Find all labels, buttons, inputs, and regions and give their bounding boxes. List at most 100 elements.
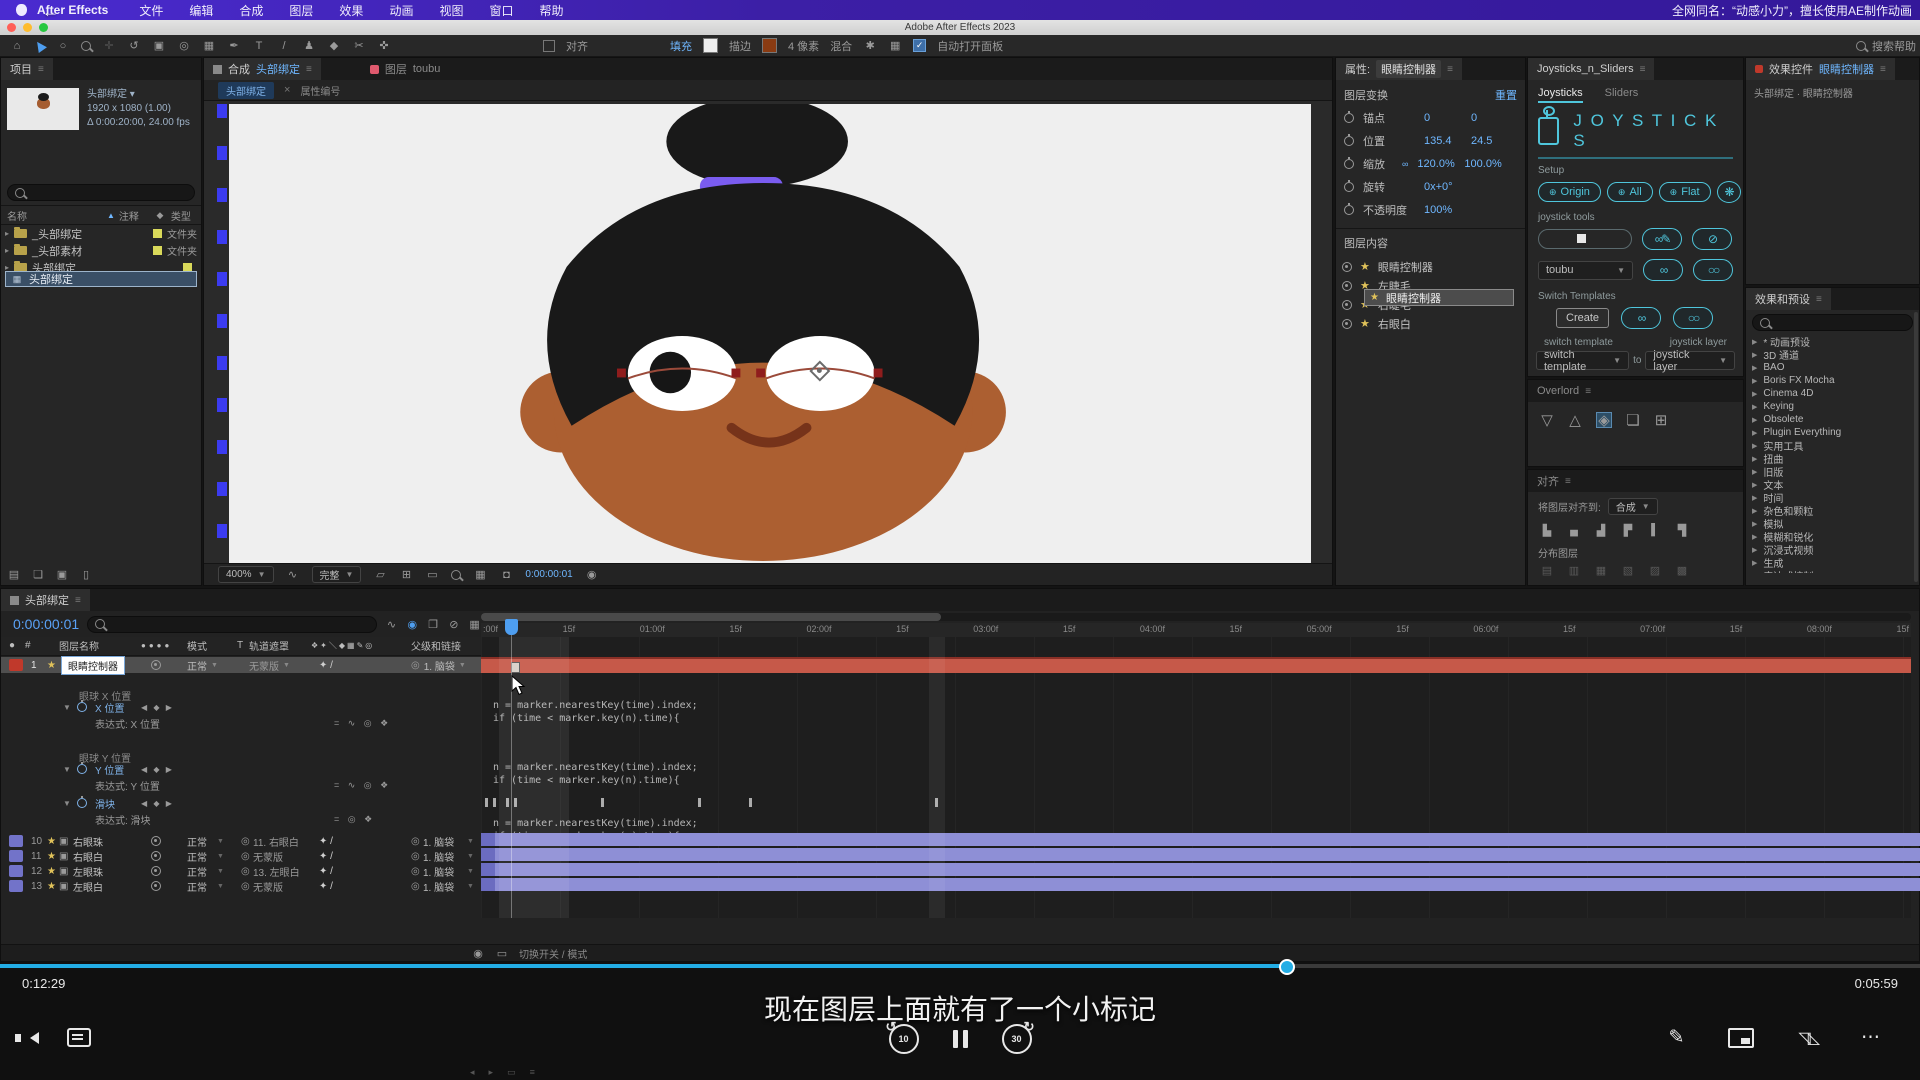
8bpc-icon[interactable]: ▤ <box>7 567 21 581</box>
sync-selected-icon[interactable]: ◈ <box>1596 412 1612 428</box>
blend-mode-dropdown[interactable]: 正常 <box>187 863 207 879</box>
content-row[interactable]: ★ 右眼白 <box>1342 314 1519 333</box>
selection-tool-icon[interactable] <box>33 39 47 53</box>
parent-dropdown[interactable]: 1. 脑袋 <box>423 833 454 849</box>
keyframe-navigator[interactable]: ◀ ◆ ▶ <box>141 761 174 777</box>
layer-row[interactable]: 13 ★ ▣ 左眼白 正常 ▼ ◎ 无蒙版 ✦ / ◎ 1. 脑袋 ▼ <box>1 878 481 893</box>
skip-back-10-button[interactable]: ↺10 <box>889 1024 919 1054</box>
toggle-switches-icon[interactable]: ◉ <box>471 946 485 960</box>
layer-name[interactable]: 右眼珠 <box>73 833 103 849</box>
toggle-modes-icon[interactable]: ▭ <box>495 946 509 960</box>
menu-file[interactable]: 文件 <box>126 2 176 19</box>
region-of-interest-icon[interactable]: ▭ <box>425 568 439 582</box>
shape-tool-icon[interactable]: ▦ <box>202 39 216 53</box>
layer-duration-bar[interactable] <box>481 848 1920 861</box>
distribute-3-icon[interactable]: ▦ <box>1594 563 1608 577</box>
layer-dropdown[interactable]: toubu▼ <box>1538 261 1633 280</box>
distribute-4-icon[interactable]: ▧ <box>1621 563 1635 577</box>
pen-tool-icon[interactable]: ✒ <box>227 39 241 53</box>
brush-tool-icon[interactable]: / <box>277 39 291 53</box>
magnify-icon[interactable] <box>451 570 461 580</box>
search-help-label[interactable]: 搜索帮助 <box>1872 38 1916 54</box>
disclosure-icon[interactable]: ▶ <box>1752 403 1757 411</box>
unlink-layers-button[interactable]: ○○ <box>1693 259 1733 281</box>
tab-properties[interactable]: 属性: 眼睛控制器 ≡ <box>1336 58 1462 80</box>
pan-behind-tool-icon[interactable]: ◎ <box>177 39 191 53</box>
ruler-icon[interactable]: ∿ <box>286 568 300 582</box>
anchor-x-value[interactable]: 0 <box>1424 112 1462 124</box>
disclosure-icon[interactable]: ▶ <box>1752 455 1757 463</box>
anchor-y-value[interactable]: 0 <box>1471 112 1477 124</box>
viewer-subtab-2[interactable]: 属性编号 <box>300 83 340 98</box>
stopwatch-icon[interactable] <box>1344 136 1354 146</box>
copy-doc-icon[interactable]: ❏ <box>1626 413 1640 427</box>
expression-switch-icons[interactable]: = ◎ ❖ <box>334 811 375 827</box>
layer-row-selected[interactable]: 1 ★ 眼睛控制器 正常▼ 无蒙版▼ ✦ / ◎1. 脑袋▼ <box>1 657 481 673</box>
disclosure-icon[interactable]: ▶ <box>1752 494 1757 502</box>
tab-joysticks[interactable]: Joysticks <box>1538 87 1583 103</box>
col-t[interactable]: T <box>237 637 243 653</box>
disclosure-icon[interactable]: ▶ <box>1752 546 1757 554</box>
search-help-icon[interactable] <box>1856 41 1866 51</box>
bottom-strip-icons[interactable]: ◂▸▭≡ <box>470 1067 535 1078</box>
visibility-eye-icon[interactable] <box>151 851 161 861</box>
disclosure-icon[interactable]: ▶ <box>1752 364 1757 372</box>
col-layer-name[interactable]: 图层名称 <box>59 637 99 653</box>
trash-icon[interactable]: ▯ <box>79 567 93 581</box>
menu-view[interactable]: 视图 <box>426 2 476 19</box>
expression-switch-icons[interactable]: = ∿ ◎ ❖ <box>334 715 391 731</box>
pull-to-illustrator-icon[interactable]: △ <box>1568 413 1582 427</box>
effect-category-row[interactable]: ▶ 表达式控制 <box>1746 569 1919 573</box>
align-bottom-icon[interactable]: ▜ <box>1675 523 1689 537</box>
joystick-layer-dropdown[interactable]: joystick layer▼ <box>1645 351 1735 370</box>
zoom-level-dropdown[interactable]: 400%▼ <box>218 566 274 583</box>
rotobrush-tool-icon[interactable]: ✂ <box>352 39 366 53</box>
effect-category-label[interactable]: Cinema 4D <box>1763 388 1813 399</box>
stamp-tool-icon[interactable]: ♟ <box>302 39 316 53</box>
tab-effects-presets[interactable]: 效果和预设≡ <box>1746 288 1831 310</box>
keyframe-navigator[interactable]: ◀ ◆ ▶ <box>141 699 174 715</box>
label-column-icon[interactable]: ◆ <box>153 208 167 222</box>
effect-category-row[interactable]: ▶ Cinema 4D <box>1746 387 1919 400</box>
grid-options-icon[interactable]: ▦ <box>888 39 902 53</box>
edit-pencil-icon[interactable]: ✎ <box>1668 1026 1684 1049</box>
expression-row-y[interactable]: 表达式: Y 位置 = ∿ ◎ ❖ <box>1 777 481 793</box>
scale-x-value[interactable]: 120.0% <box>1417 158 1455 170</box>
project-item-name[interactable]: _头部绑定 <box>32 226 148 242</box>
effect-category-row[interactable]: ▶ Obsolete <box>1746 413 1919 426</box>
layer-row[interactable]: 12 ★ ▣ 左眼珠 正常 ▼ ◎ 13. 左眼白 ✦ / ◎ 1. 脑袋 ▼ <box>1 863 481 878</box>
col-parent[interactable]: 父级和链接 <box>411 637 461 653</box>
distribute-2-icon[interactable]: ▥ <box>1567 563 1581 577</box>
joystick-slider[interactable] <box>1538 229 1632 249</box>
shrink-icon[interactable]: ◹◺ <box>1798 1028 1817 1048</box>
content-row-selected[interactable]: ★ 眼睛控制器 <box>1364 289 1514 306</box>
trkmat-dropdown[interactable]: 13. 左眼白 <box>253 863 300 879</box>
reset-button[interactable]: 重置 <box>1495 87 1517 103</box>
label-color-swatch[interactable] <box>153 246 162 255</box>
pip-icon[interactable] <box>1728 1028 1754 1048</box>
skip-forward-30-button[interactable]: ↻30 <box>1002 1024 1032 1054</box>
sort-arrow-icon[interactable]: ▲ <box>107 211 115 220</box>
orbit-tool-icon[interactable]: ✛ <box>102 39 116 53</box>
effect-category-label[interactable]: 表达式控制 <box>1763 568 1813 573</box>
frame-blend-icon[interactable]: ⊘ <box>447 617 460 631</box>
visibility-eye-icon[interactable] <box>151 881 161 891</box>
property-row-x[interactable]: ▼ X 位置 ◀ ◆ ▶ <box>1 699 481 715</box>
switch-template-dropdown[interactable]: switch template▼ <box>1536 351 1629 370</box>
position-y-value[interactable]: 24.5 <box>1471 135 1492 147</box>
layer-name[interactable]: 左眼珠 <box>73 863 103 879</box>
playhead-handle[interactable] <box>505 619 518 635</box>
project-item-row[interactable]: ▸ _头部素材 文件夹 <box>1 242 201 259</box>
disclosure-icon[interactable]: ▶ <box>1752 533 1757 541</box>
layer-row[interactable]: 10 ★ ▣ 右眼珠 正常 ▼ ◎ 11. 右眼白 ✦ / ◎ 1. 脑袋 ▼ <box>1 833 481 848</box>
puppet-tool-icon[interactable]: ✜ <box>377 39 391 53</box>
property-row-y[interactable]: ▼ Y 位置 ◀ ◆ ▶ <box>1 761 481 777</box>
mask-visibility-icon[interactable]: ▱ <box>373 568 387 582</box>
effect-category-row[interactable]: ▶ 3D 通道 <box>1746 348 1919 361</box>
visibility-eye-icon[interactable] <box>1342 262 1352 272</box>
menu-layer[interactable]: 图层 <box>276 2 326 19</box>
disclosure-icon[interactable]: ▶ <box>1752 429 1757 437</box>
motion-blur-icon[interactable]: ▦ <box>468 617 481 631</box>
align-top-icon[interactable]: ▛ <box>1621 523 1635 537</box>
layer-row[interactable]: 11 ★ ▣ 右眼白 正常 ▼ ◎ 无蒙版 ✦ / ◎ 1. 脑袋 ▼ <box>1 848 481 863</box>
